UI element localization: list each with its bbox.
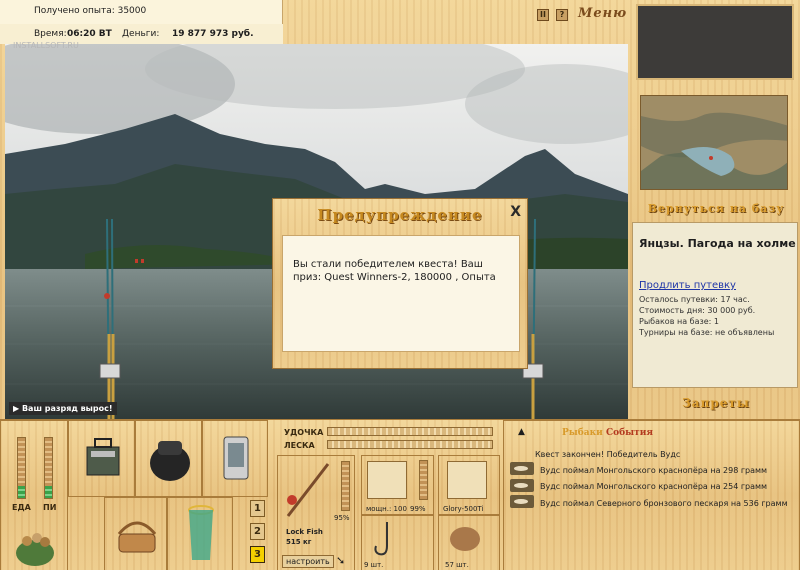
fish-icon [510,495,534,508]
event-item-1: Квест закончен! Победитель Вудс [535,450,681,459]
top-controls: II ? Меню [283,0,630,30]
phone-slot[interactable] [202,420,268,497]
basket-slot[interactable] [104,497,167,570]
fish-icon [510,479,534,492]
tackle-box-slot[interactable] [68,420,135,497]
setup-button[interactable]: настроить [282,555,334,568]
pause-button[interactable]: II [537,9,549,21]
bait-icon [450,527,480,551]
fishing-rod-left[interactable] [95,214,125,419]
line-name: Glory-500Ti [443,505,484,513]
location-map[interactable] [640,95,788,190]
fishers-count: Рыбаков на базе: 1 [639,317,719,326]
dialog-message: Вы стали победителем квеста! Ваш приз: Q… [282,235,520,352]
bait-slot[interactable]: 57 шт. [438,515,500,570]
menu-button[interactable]: Меню [578,6,627,21]
arrow-icon: ➘ [336,554,346,567]
needs-panel: ЕДА ПИ [0,420,68,570]
food-label: ЕДА [12,503,31,512]
line-label: ЛЕСКА [284,441,315,450]
rod-condition-meter [341,461,350,511]
reel-icon [367,461,407,499]
reel-condition-meter [419,460,428,500]
back-to-base-button[interactable]: Вернуться на базу [632,202,800,215]
bottom-panel: ЕДА ПИ 1 2 3 УДОЧКА ЛЕСКА 95% Lock Fish … [0,419,800,570]
food-fill [18,486,25,498]
warning-dialog: Предупреждение X Вы стали победителем кв… [272,198,528,369]
rod-slot[interactable]: 95% Lock Fish 515 кг настроить ➘ [277,455,355,570]
map-image [641,96,787,189]
money-label: Деньги: [122,29,160,39]
line-spool-icon [447,461,487,499]
event-item-2: Вудс поймал Монгольского краснопёра на 2… [540,466,768,475]
slot-1-button[interactable]: 1 [250,500,265,517]
line-bar [327,440,493,449]
tournaments-info: Турниры на базе: не объявлены [639,328,775,337]
rod-weight: 515 кг [286,538,312,546]
keepnet-slot[interactable] [167,497,233,570]
basket-icon [117,521,157,553]
rod-percent: 95% [334,514,350,522]
extend-trip-link[interactable]: Продлить путевку [639,280,736,291]
location-title: Янцзы. Пагода на холме [639,237,796,250]
food-meter [17,437,26,499]
rank-notification-text: Ваш разряд вырос! [21,404,113,413]
event-item-4: Вудс поймал Северного бронзового пескаря… [540,499,788,508]
phone-icon [223,436,249,480]
hooks-count: 9 шт. [364,561,384,569]
rod-label: УДОЧКА [284,428,324,437]
dialog-title: Предупреждение [317,206,483,224]
food-bag-icon[interactable] [13,529,57,567]
rod-icon [286,463,330,517]
rod-bar [327,427,493,436]
money-value: 19 877 973 руб. [172,29,254,39]
time-value: 06:20 ВТ [67,29,112,39]
tackle-box-icon [86,438,120,476]
close-icon[interactable]: X [510,204,521,220]
rank-notification: ▶ Ваш разряд вырос! [9,402,117,415]
reel-slot[interactable]: мощн.: 100 99% [361,455,434,515]
player-stats-panel: Получено опыта: 35000 Время: 06:20 ВТ Де… [0,0,283,44]
bait-count: 57 шт. [445,561,469,569]
info-screen [636,4,794,80]
keepnet-icon [188,505,214,560]
fish-icon [510,462,534,475]
reel-info: мощн.: 100 [366,505,407,513]
slot-3-button[interactable]: 3 [250,546,265,563]
line-slot[interactable]: Glory-500Ti [438,455,500,515]
event-item-3: Вудс поймал Монгольского краснопёра на 2… [540,482,768,491]
watermark: INSTALLSOFT.RU [13,41,79,50]
day-cost: Стоимость дня: 30 000 руб. [639,306,756,315]
slot-2-button[interactable]: 2 [250,523,265,540]
backpack-slot[interactable] [135,420,202,497]
hook-icon [374,522,388,556]
drink-meter [44,437,53,499]
bans-button[interactable]: Запреты [632,396,800,410]
fishermen-tab[interactable]: Рыбаки [562,428,603,438]
triangle-icon: ▲ [518,427,525,437]
trip-remaining: Осталось путевки: 17 час. [639,295,750,304]
time-label: Время: [34,29,67,39]
drink-label: ПИ [43,503,57,512]
location-panel: Янцзы. Пагода на холме Продлить путевку … [632,222,798,388]
events-title: Рыбаки События [562,428,653,438]
backpack-icon [150,441,190,481]
experience-text: Получено опыта: 35000 [0,0,283,24]
drink-fill [45,486,52,498]
events-panel: ▲ Рыбаки События [503,420,800,570]
arrow-icon: ▶ [13,404,20,413]
reel-percent: 99% [410,505,426,513]
help-button[interactable]: ? [556,9,568,21]
events-tab[interactable]: События [606,428,653,438]
rod-name: Lock Fish [286,528,323,536]
hook-slot[interactable]: 9 шт. [361,515,434,570]
